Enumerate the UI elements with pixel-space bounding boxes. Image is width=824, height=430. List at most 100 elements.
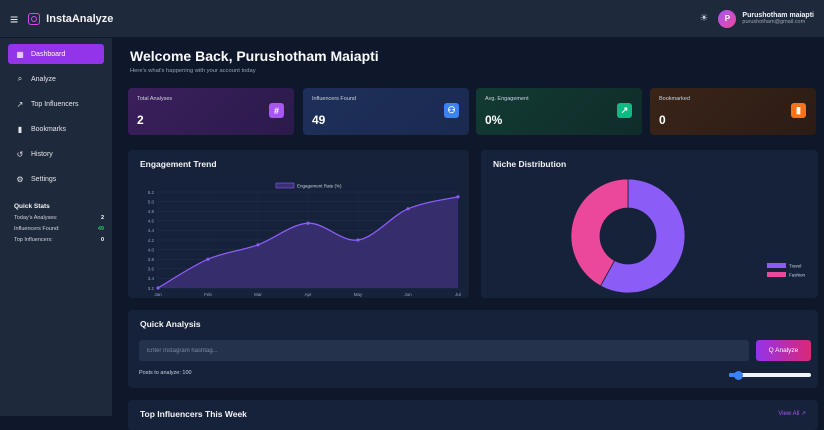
y-tick-label: 4.4 <box>148 228 155 233</box>
y-tick-label: 3.4 <box>148 276 155 281</box>
stat-value: 49 <box>312 113 326 127</box>
slider-knob[interactable] <box>734 370 743 380</box>
stat-card-total-analyses: Total Analyses 2 # <box>128 88 294 135</box>
stat-label: Total Analyses <box>137 96 173 102</box>
top-influencers-panel: Top Influencers This Week View All ↗ <box>128 400 818 430</box>
bookmark-icon: ▮ <box>17 124 23 134</box>
quick-stat-value: 49 <box>97 226 104 232</box>
user-area: ☀ P Purushotham maiapti purushotham@gmai… <box>699 9 814 28</box>
sidebar: ▦ Dashboard ⌕ Analyze ↗ Top Influencers … <box>0 38 112 416</box>
stat-label: Bookmarked <box>659 96 690 102</box>
sidebar-item-label: Bookmarks <box>31 125 67 133</box>
x-tick-label: Apr <box>304 292 312 297</box>
stat-card-avg-engagement: Avg. Engagement 0% ↗ <box>476 88 642 135</box>
engagement-line-chart: 5.2 5.0 4.8 4.6 4.4 4.2 4.0 3.8 3.6 3.4 3.2Jan Feb M… <box>148 182 461 297</box>
x-tick-label: Feb <box>204 292 212 297</box>
y-tick-label: 4.2 <box>148 238 155 243</box>
sidebar-item-history[interactable]: ↺ History <box>8 144 104 164</box>
y-tick-label: 4.0 <box>148 247 155 252</box>
menu-icon[interactable]: ≡ <box>10 11 18 27</box>
user-info[interactable]: Purushotham maiapti purushotham@gmail.co… <box>742 12 814 26</box>
legend-swatch <box>275 182 295 189</box>
dashboard-icon: ▦ <box>16 49 24 59</box>
sidebar-item-label: Top Influencers <box>31 100 79 108</box>
search-icon: ⌕ <box>17 74 23 83</box>
sidebar-item-analyze[interactable]: ⌕ Analyze <box>8 69 104 89</box>
quick-stat-value: 0 <box>100 237 104 243</box>
page-title: Welcome Back, Purushotham Maiapti <box>130 48 379 64</box>
avatar[interactable]: P <box>718 9 737 28</box>
theme-toggle-icon[interactable]: ☀ <box>699 13 708 24</box>
stat-card-influencers-found: Influencers Found 49 ⚇ <box>303 88 469 135</box>
x-tick-label: May <box>354 292 363 297</box>
data-point <box>156 286 160 290</box>
quick-stat-value: 2 <box>100 215 104 221</box>
page-subtitle: Here's what's happening with your accoun… <box>130 68 256 74</box>
data-point <box>456 195 460 199</box>
engagement-trend-panel: Engagement Trend 5.2 5.0 4.8 4.6 4.4 4.2 4.0 3.… <box>128 150 469 298</box>
stat-value: 2 <box>137 113 144 127</box>
top-influencers-title: Top Influencers This Week <box>140 409 247 419</box>
y-tick-label: 5.2 <box>148 190 155 195</box>
y-tick-label: 3.2 <box>148 286 155 291</box>
hashtag-input[interactable] <box>139 340 749 361</box>
quick-stat-label: Influencers Found: <box>14 226 60 232</box>
users-icon: ⚇ <box>444 103 459 118</box>
user-name: Purushotham maiapti <box>742 11 814 19</box>
posts-slider[interactable] <box>729 370 811 380</box>
brand-name: InstaAnalyze <box>46 12 114 25</box>
data-point <box>306 221 310 225</box>
stat-card-bookmarked: Bookmarked 0 ▮ <box>650 88 816 135</box>
legend-label: Travel <box>789 263 801 268</box>
data-point <box>206 257 210 261</box>
sidebar-item-dashboard[interactable]: ▦ Dashboard <box>8 44 104 64</box>
posts-to-analyze-label: Posts to analyze: 100 <box>139 370 192 376</box>
data-point <box>356 238 360 242</box>
sidebar-item-top-influencers[interactable]: ↗ Top Influencers <box>8 94 104 114</box>
trend-icon: ↗ <box>617 103 632 118</box>
quick-stat-row: Top Influencers: 0 <box>14 237 104 243</box>
history-icon: ↺ <box>16 149 24 159</box>
stat-label: Avg. Engagement <box>485 96 529 102</box>
y-tick-label: 3.8 <box>148 257 155 262</box>
y-tick-label: 4.8 <box>148 209 155 214</box>
chart-icon: ↗ <box>16 99 24 109</box>
stat-value: 0% <box>485 113 503 127</box>
y-tick-label: 3.6 <box>148 267 155 272</box>
main-content: Welcome Back, Purushotham Maiapti Here's… <box>120 38 824 430</box>
quick-stats-title: Quick Stats <box>14 203 50 210</box>
niche-distribution-panel: Niche Distribution Travel Fashion <box>481 150 818 298</box>
analyze-button[interactable]: Q Analyze <box>756 340 811 361</box>
legend-swatch <box>767 263 786 268</box>
legend-swatch <box>767 272 786 277</box>
data-point <box>406 207 410 211</box>
bookmark-icon: ▮ <box>791 103 806 118</box>
sidebar-item-label: Analyze <box>31 75 56 83</box>
x-tick-label: Jul <box>455 292 461 297</box>
y-tick-label: 5.0 <box>148 199 155 204</box>
quick-stat-row: Influencers Found: 49 <box>14 226 104 232</box>
sidebar-item-settings[interactable]: ⚙ Settings <box>8 169 104 189</box>
instagram-logo-icon <box>28 12 41 25</box>
legend-label: Engagement Rate (%) <box>297 183 342 188</box>
quick-stat-label: Top Influencers: <box>14 237 53 243</box>
quick-stat-row: Today's Analyses: 2 <box>14 215 104 221</box>
sidebar-item-bookmarks[interactable]: ▮ Bookmarks <box>8 119 104 139</box>
data-point <box>256 243 260 247</box>
x-tick-label: Mar <box>254 292 262 297</box>
legend-label: Fashion <box>789 272 806 277</box>
hash-icon: # <box>269 103 284 118</box>
quick-analysis-panel: Quick Analysis Q Analyze Posts to analyz… <box>128 310 818 388</box>
niche-donut-chart: Travel Fashion <box>570 178 806 294</box>
sidebar-item-label: Dashboard <box>31 50 66 58</box>
stat-label: Influencers Found <box>312 96 357 102</box>
stat-value: 0 <box>659 113 666 127</box>
sidebar-item-label: History <box>31 150 53 158</box>
quick-stats: Quick Stats Today's Analyses: 2 Influenc… <box>8 203 104 243</box>
y-tick-label: 4.6 <box>148 219 155 224</box>
sidebar-item-label: Settings <box>31 175 57 183</box>
quick-stat-label: Today's Analyses: <box>14 215 58 221</box>
user-email: purushotham@gmail.com <box>742 19 806 26</box>
gear-icon: ⚙ <box>16 174 24 184</box>
x-tick-label: Jan <box>154 292 162 297</box>
